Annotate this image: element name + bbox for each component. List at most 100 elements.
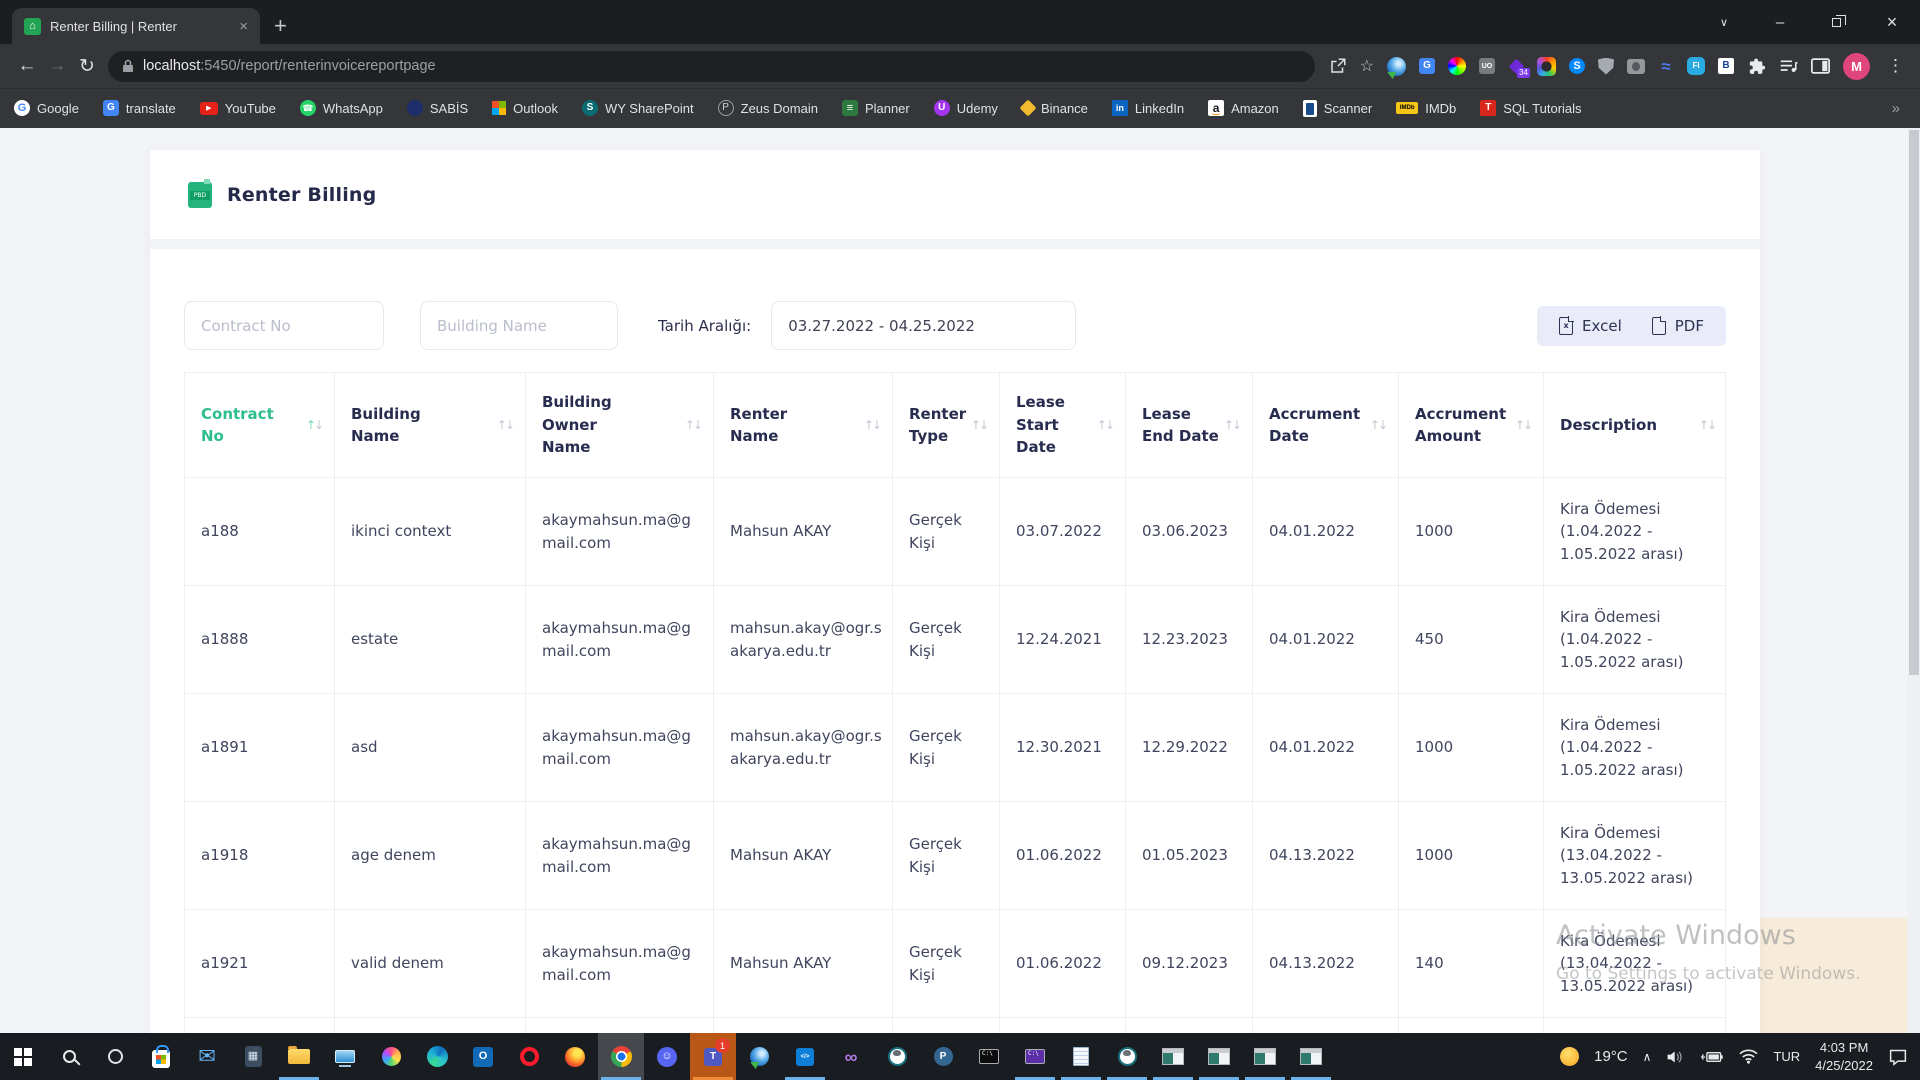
column-header-lease-end-date[interactable]: Lease End Date↑↓ (1125, 373, 1252, 477)
bookmark-translate[interactable]: Gtranslate (103, 100, 176, 116)
taskbar-app-window-1[interactable] (1150, 1033, 1196, 1080)
bookmark-sabi-s[interactable]: SABİS (407, 100, 468, 116)
taskbar-pgadmin-2[interactable] (1104, 1033, 1150, 1080)
sort-icon[interactable]: ↑↓ (1097, 416, 1115, 434)
idm-extension[interactable] (1387, 57, 1406, 76)
tab-search-chevron-icon[interactable]: ∨ (1696, 0, 1752, 44)
date-range-input[interactable] (771, 301, 1076, 350)
contract-no-input[interactable] (184, 301, 384, 350)
share-icon[interactable] (1329, 57, 1347, 75)
extensions-puzzle-icon[interactable] (1747, 57, 1766, 76)
browser-menu-icon[interactable]: ⋮ (1883, 56, 1908, 76)
bookmark-star-icon[interactable]: ☆ (1360, 56, 1374, 76)
taskbar-edge[interactable] (414, 1033, 460, 1080)
weather-sun-icon[interactable] (1560, 1047, 1579, 1066)
column-header-description[interactable]: Description↑↓ (1543, 373, 1727, 477)
fontface-extension[interactable]: FI (1687, 57, 1705, 75)
taskbar-clock[interactable]: 4:03 PM4/25/2022 (1815, 1039, 1873, 1074)
scrollbar-thumb[interactable] (1909, 130, 1919, 675)
sort-icon[interactable]: ↑↓ (1515, 416, 1533, 434)
back-icon[interactable]: ← (12, 51, 42, 81)
page-scrollbar[interactable] (1907, 128, 1920, 1033)
taskbar-teams[interactable]: T1 (690, 1033, 736, 1080)
bookmark-udemy[interactable]: UUdemy (934, 100, 998, 116)
taskbar-paint-3d[interactable] (368, 1033, 414, 1080)
bookmark-youtube[interactable]: ▶YouTube (200, 101, 276, 116)
column-header-accrument-date[interactable]: Accrument Date↑↓ (1252, 373, 1398, 477)
action-center-icon[interactable] (1888, 1048, 1908, 1066)
taskbar-app-window-4[interactable] (1288, 1033, 1334, 1080)
bookmark-outlook[interactable]: Outlook (492, 101, 558, 116)
hidden-icons-chevron[interactable]: ∧ (1643, 1050, 1652, 1064)
screenshot-extension[interactable] (1627, 59, 1645, 74)
bookmark-wy-sharepoint[interactable]: SWY SharePoint (582, 100, 694, 116)
bookmark-zeus-domain[interactable]: PZeus Domain (718, 100, 818, 116)
column-header-contract-no[interactable]: Contract No↑↓ (185, 373, 334, 477)
restore-button[interactable] (1808, 0, 1864, 44)
taskbar-pgadmin[interactable] (874, 1033, 920, 1080)
taskbar-app-window-3[interactable] (1242, 1033, 1288, 1080)
taskbar-firefox[interactable] (552, 1033, 598, 1080)
ublock-origin-extension[interactable]: UO (1479, 58, 1495, 74)
pdf-button[interactable]: PDF (1652, 317, 1704, 335)
sort-icon[interactable]: ↑↓ (1224, 416, 1242, 434)
taskbar-notepad[interactable] (1058, 1033, 1104, 1080)
column-header-building-owner-name[interactable]: Building Owner Name↑↓ (525, 373, 713, 477)
taskbar-cortana[interactable] (92, 1033, 138, 1080)
sort-icon[interactable]: ↑↓ (1370, 416, 1388, 434)
shazam-extension[interactable]: S (1569, 58, 1585, 74)
bookmark-planner[interactable]: ≡Planner (842, 100, 910, 116)
sort-icon[interactable]: ↑↓ (685, 416, 703, 434)
taskbar-chrome[interactable] (598, 1033, 644, 1080)
bookmark-linkedin[interactable]: inLinkedIn (1112, 100, 1184, 116)
bookmark-imdb[interactable]: IMDbIMDb (1396, 101, 1456, 116)
wifi-icon[interactable] (1739, 1049, 1758, 1064)
bookmark-google[interactable]: GGoogle (14, 100, 79, 116)
taskbar-mail[interactable]: ✉ (184, 1033, 230, 1080)
battery-icon[interactable] (1700, 1050, 1724, 1064)
close-button[interactable]: × (1864, 0, 1920, 44)
bookmark-scanner[interactable]: Scanner (1303, 100, 1372, 117)
side-panel-icon[interactable] (1811, 58, 1830, 74)
sort-icon[interactable]: ↑↓ (306, 416, 324, 434)
taskbar-remote-desktop[interactable] (322, 1033, 368, 1080)
column-header-renter-type[interactable]: Renter Type↑↓ (892, 373, 999, 477)
speechify-extension[interactable]: ≈ (1658, 58, 1674, 74)
taskbar-search[interactable] (46, 1033, 92, 1080)
taskbar-powershell[interactable]: C:\ (1012, 1033, 1058, 1080)
building-name-input[interactable] (420, 301, 618, 350)
column-header-lease-start-date[interactable]: Lease Start Date↑↓ (999, 373, 1125, 477)
taskbar-internet-download-manager[interactable] (736, 1033, 782, 1080)
taskbar-calculator[interactable]: ▦ (230, 1033, 276, 1080)
reload-icon[interactable]: ↻ (72, 51, 102, 81)
excel-button[interactable]: xExcel (1559, 317, 1622, 335)
taskbar-microsoft-store[interactable] (138, 1033, 184, 1080)
sort-icon[interactable]: ↑↓ (864, 416, 882, 434)
weather-temperature[interactable]: 19°C (1594, 1048, 1628, 1065)
volume-icon[interactable] (1666, 1049, 1685, 1065)
language-indicator[interactable]: TUR (1773, 1049, 1800, 1064)
taskbar-file-explorer[interactable] (276, 1033, 322, 1080)
reading-list-icon[interactable] (1779, 58, 1798, 75)
taskbar-start[interactable] (0, 1033, 46, 1080)
taskbar-opera[interactable] (506, 1033, 552, 1080)
bookmark-whatsapp[interactable]: ☎WhatsApp (300, 100, 383, 116)
profile-avatar[interactable]: M (1843, 53, 1870, 80)
taskbar-visual-studio[interactable]: ∞ (828, 1033, 874, 1080)
google-translate-extension[interactable]: G (1419, 58, 1435, 74)
sort-icon[interactable]: ↑↓ (1699, 416, 1717, 434)
forward-icon[interactable]: → (42, 51, 72, 81)
bookmark-sql-tutorials[interactable]: TSQL Tutorials (1480, 100, 1581, 116)
bookmark-binance[interactable]: Binance (1022, 101, 1088, 116)
address-bar[interactable]: localhost:5450/report/renterinvoicerepor… (108, 51, 1315, 82)
new-tab-button[interactable]: + (274, 13, 287, 39)
column-header-building-name[interactable]: Building Name↑↓ (334, 373, 525, 477)
tab-close-icon[interactable]: × (235, 18, 252, 35)
bitwarden-extension[interactable]: B (1718, 58, 1734, 74)
premium-extension[interactable]: 34 (1508, 58, 1524, 74)
taskbar-app-window-2[interactable] (1196, 1033, 1242, 1080)
browser-tab[interactable]: ⌂ Renter Billing | Renter × (12, 8, 260, 44)
defender-extension[interactable] (1598, 58, 1614, 75)
bookmarks-overflow-icon[interactable]: » (1892, 100, 1920, 117)
taskbar-cmd[interactable]: C:\ (966, 1033, 1012, 1080)
